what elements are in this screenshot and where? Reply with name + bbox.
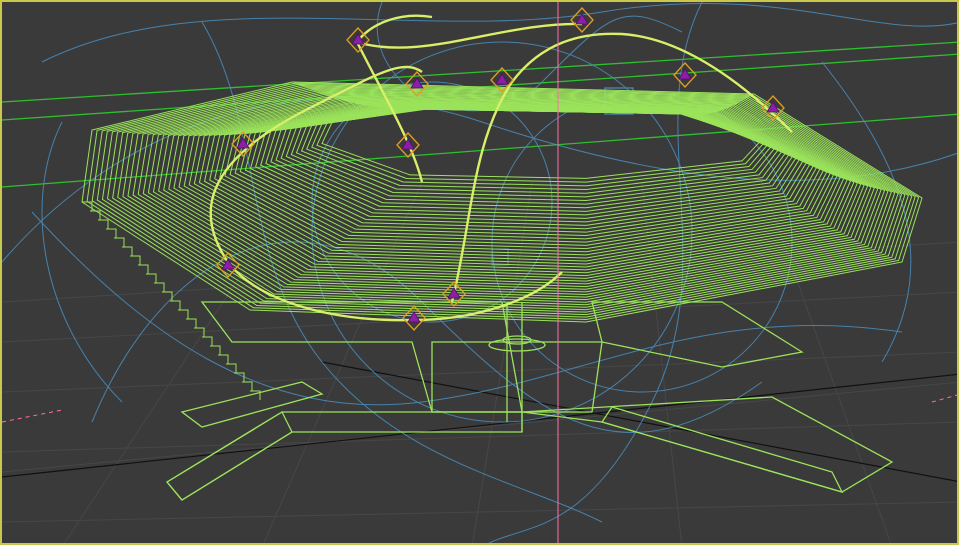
viewport-canvas[interactable] — [2, 2, 959, 545]
mesh-ring — [255, 107, 807, 226]
mesh-step — [186, 318, 197, 328]
mesh-step — [170, 300, 181, 310]
mesh-step — [210, 345, 221, 355]
mesh-step — [178, 309, 189, 319]
mesh-step — [138, 264, 149, 274]
mesh-step — [226, 363, 237, 373]
axis-lines — [2, 361, 957, 482]
spline-control-point[interactable] — [673, 62, 697, 88]
mesh-step — [122, 246, 133, 256]
mesh-ring — [321, 107, 763, 179]
mesh-step — [106, 228, 117, 238]
axis-tick-left — [2, 409, 63, 423]
mesh-wireframe — [81, 81, 923, 400]
axis-tick-right — [931, 394, 957, 403]
mesh-ring — [260, 107, 804, 223]
spline-control-point[interactable] — [402, 305, 426, 331]
mesh-step — [202, 336, 213, 346]
mesh-step — [242, 381, 253, 391]
mesh-step — [130, 255, 141, 265]
mesh-step — [98, 219, 109, 229]
spline-control-point[interactable] — [396, 132, 420, 158]
mesh-step — [154, 282, 165, 292]
mesh-step — [114, 237, 125, 247]
3d-viewport[interactable] — [0, 0, 959, 545]
spline-control-point[interactable] — [570, 7, 594, 33]
mesh-step — [146, 273, 157, 283]
mesh-step — [218, 354, 229, 364]
